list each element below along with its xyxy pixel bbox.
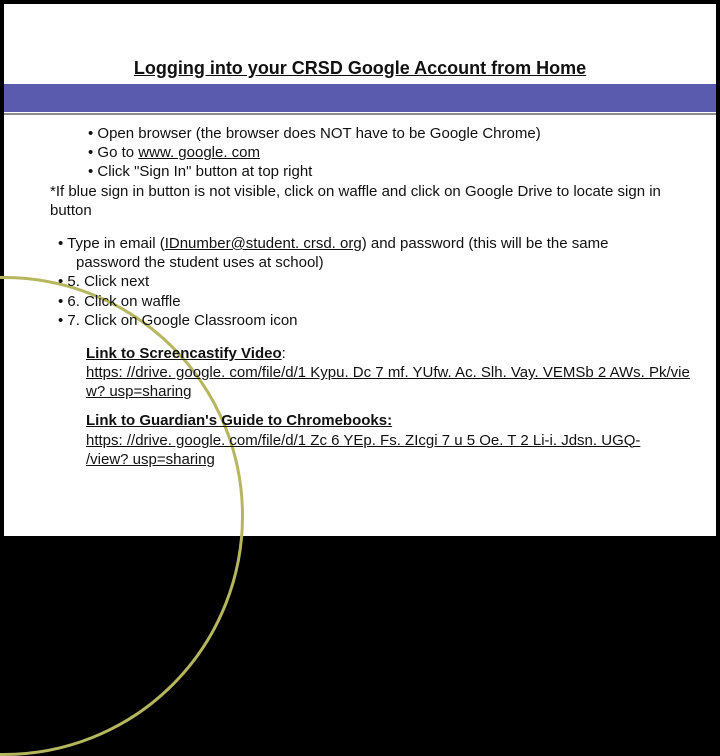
screencastify-link-line1[interactable]: https: //drive. google. com/file/d/1 Kyp… [50, 363, 698, 382]
guardian-label: Link to Guardian's Guide to Chromebooks: [50, 411, 698, 430]
email-example-link[interactable]: IDnumber@student. crsd. org [165, 235, 362, 252]
slide: Logging into your CRSD Google Account fr… [4, 4, 716, 536]
step-type-email-pre: Type in email ( [67, 235, 165, 252]
page-title: Logging into your CRSD Google Account fr… [4, 58, 716, 79]
guardian-link-line1[interactable]: https: //drive. google. com/file/d/1 Zc … [50, 431, 698, 450]
sign-in-note: *If blue sign in button is not visible, … [50, 182, 698, 220]
step-type-email-cont: password the student uses at school) [50, 253, 698, 272]
title-band [4, 84, 716, 112]
screencastify-link-line2[interactable]: w? usp=sharing [50, 382, 698, 401]
step-click-classroom: 7. Click on Google Classroom icon [50, 311, 698, 330]
step-type-email-post: ) and password (this will be the same [362, 235, 609, 252]
step-click-waffle: 6. Click on waffle [50, 292, 698, 311]
step-go-to-google-text: Go to [97, 144, 138, 161]
guardian-link-line2[interactable]: /view? usp=sharing [50, 450, 698, 469]
step-type-email: Type in email (IDnumber@student. crsd. o… [50, 234, 698, 253]
step-open-browser: Open browser (the browser does NOT have … [50, 124, 698, 143]
step-click-next: 5. Click next [50, 272, 698, 291]
body-content: Open browser (the browser does NOT have … [50, 124, 698, 469]
google-url-link[interactable]: www. google. com [138, 144, 260, 161]
step-click-sign-in: Click "Sign In" button at top right [50, 162, 698, 181]
screencastify-label: Link to Screencastify Video: [50, 344, 698, 363]
step-go-to-google: Go to www. google. com [50, 143, 698, 162]
screencastify-label-text: Link to Screencastify Video [86, 345, 282, 362]
